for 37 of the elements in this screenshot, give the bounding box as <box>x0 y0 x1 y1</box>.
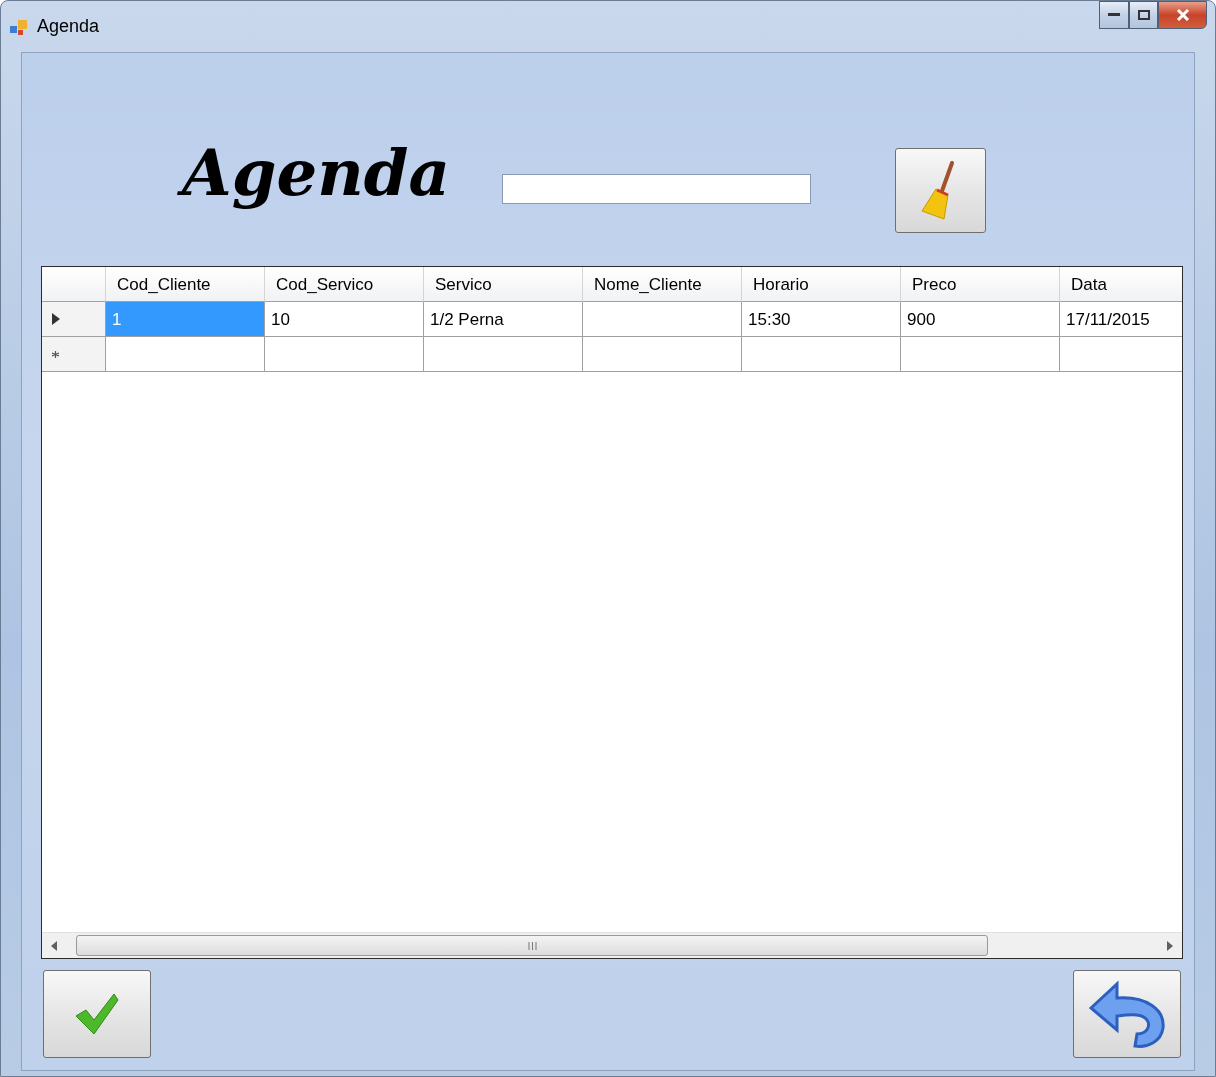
table-cell[interactable] <box>106 337 265 372</box>
table-cell[interactable]: 900 <box>901 302 1060 337</box>
minimize-button[interactable] <box>1099 1 1129 29</box>
scroll-left-icon[interactable] <box>50 940 58 951</box>
window-title: Agenda <box>37 16 100 37</box>
return-arrow-icon <box>1087 978 1167 1050</box>
column-header[interactable]: Nome_Cliente <box>583 267 742 302</box>
table-cell[interactable] <box>583 337 742 372</box>
checkmark-icon <box>74 992 120 1036</box>
scroll-right-icon[interactable] <box>1166 940 1174 951</box>
page-heading: Agenda <box>172 123 464 227</box>
table-cell[interactable] <box>265 337 424 372</box>
column-header[interactable]: Cod_Cliente <box>106 267 265 302</box>
maximize-icon <box>1137 10 1150 20</box>
confirm-button[interactable] <box>43 970 151 1058</box>
maximize-button[interactable] <box>1129 1 1158 29</box>
column-header[interactable]: Horario <box>742 267 901 302</box>
close-icon <box>1175 9 1190 21</box>
table-cell[interactable] <box>583 302 742 337</box>
table-cell[interactable] <box>901 337 1060 372</box>
back-button[interactable] <box>1073 970 1181 1058</box>
column-header[interactable]: Cod_Servico <box>265 267 424 302</box>
close-button[interactable] <box>1158 1 1207 29</box>
column-header[interactable]: Servico <box>424 267 583 302</box>
search-field[interactable] <box>501 174 811 204</box>
app-icon <box>9 17 29 36</box>
table-cell[interactable] <box>424 337 583 372</box>
table-cell[interactable]: 10 <box>265 302 424 337</box>
row-header[interactable] <box>42 302 106 337</box>
clear-button[interactable] <box>894 148 986 233</box>
column-header[interactable]: Preco <box>901 267 1060 302</box>
header-corner[interactable] <box>42 267 106 302</box>
table-cell[interactable]: 15:30 <box>742 302 901 337</box>
table-cell[interactable] <box>742 337 901 372</box>
table-cell[interactable]: 1/2 Perna <box>424 302 583 337</box>
row-header[interactable] <box>42 337 106 372</box>
minimize-icon <box>1108 13 1120 17</box>
